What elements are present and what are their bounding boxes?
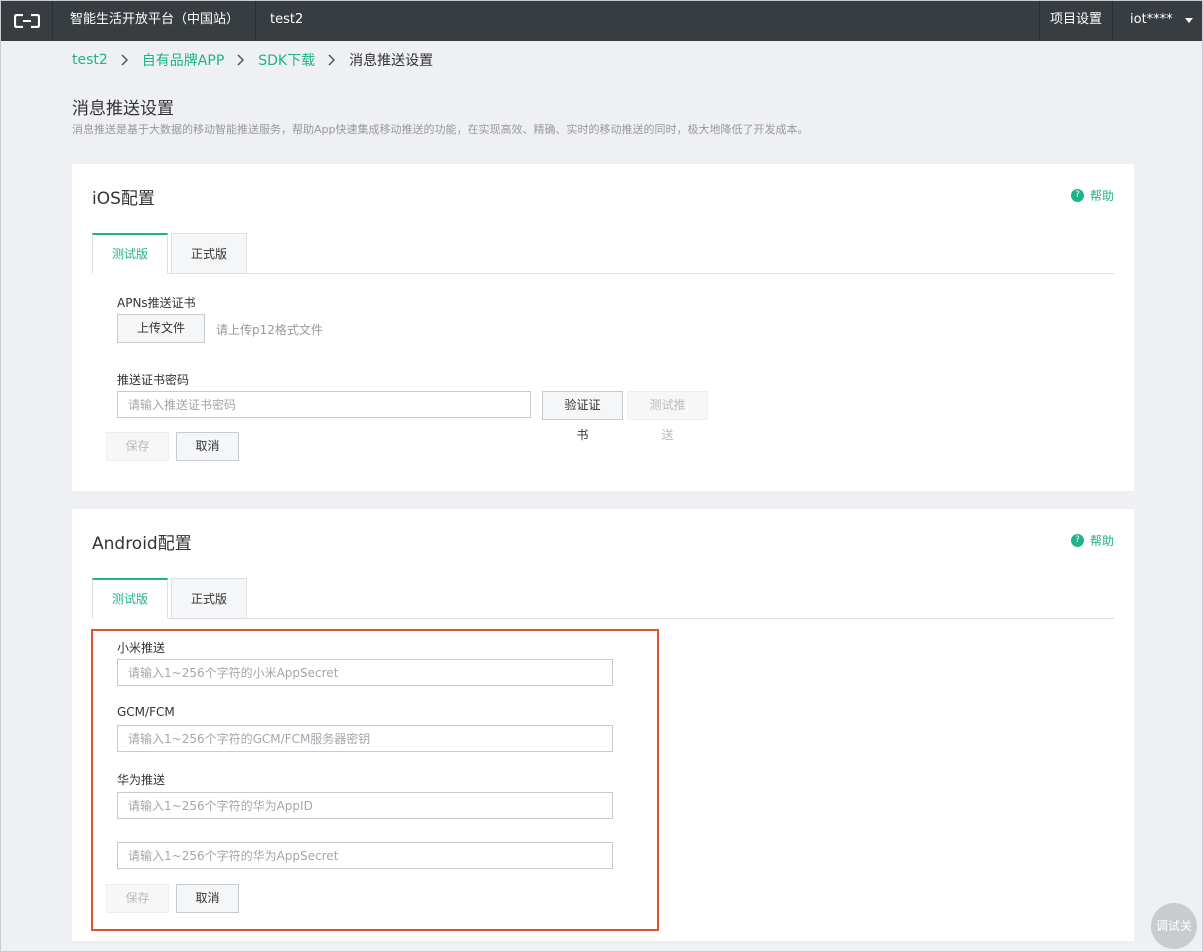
huawei-appid-input[interactable] — [117, 792, 613, 819]
breadcrumb-item-sdk-download[interactable]: SDK下载 — [258, 50, 315, 70]
tab-android-production[interactable]: 正式版 — [171, 578, 247, 619]
breadcrumb-item-project[interactable]: test2 — [72, 52, 108, 68]
android-save-button[interactable]: 保存 — [106, 884, 169, 913]
user-menu[interactable]: iot**** — [1114, 1, 1202, 41]
android-cancel-button[interactable]: 取消 — [176, 884, 239, 913]
cert-password-input[interactable] — [117, 391, 531, 418]
platform-name-link[interactable]: 智能生活开放平台（中国站） — [54, 1, 257, 41]
upload-hint: 请上传p12格式文件 — [216, 323, 323, 337]
android-config-card: Android配置 ? 帮助 测试版 正式版 小米推送 GCM/FCM 华为推送… — [72, 509, 1134, 941]
tab-android-test[interactable]: 测试版 — [92, 578, 168, 619]
help-label: 帮助 — [1089, 534, 1114, 548]
xiaomi-appsecret-input[interactable] — [117, 659, 613, 686]
ios-cancel-button[interactable]: 取消 — [176, 432, 239, 461]
ios-config-card: iOS配置 ? 帮助 测试版 正式版 APNs推送证书 上传文件 请上传p12格… — [72, 164, 1134, 491]
test-push-button[interactable]: 测试推 — [627, 391, 708, 420]
cert-password-label: 推送证书密码 — [117, 373, 190, 387]
question-icon: ? — [1070, 189, 1084, 202]
ios-help-link[interactable]: ? 帮助 — [1070, 187, 1114, 204]
android-help-link[interactable]: ? 帮助 — [1070, 532, 1114, 549]
xiaomi-push-label: 小米推送 — [117, 641, 166, 655]
android-config-title: Android配置 — [92, 534, 192, 554]
project-settings-link[interactable]: 项目设置 — [1039, 1, 1113, 41]
verify-cert-button[interactable]: 验证证 — [542, 391, 623, 420]
debug-toggle-button[interactable]: 调试关 — [1151, 903, 1197, 949]
aliyun-logo-icon[interactable] — [1, 1, 53, 41]
breadcrumb-item-brand-app[interactable]: 自有品牌APP — [142, 50, 224, 70]
chevron-right-icon — [108, 52, 142, 68]
verify-cert-button-wrap[interactable]: 书 — [542, 426, 623, 443]
breadcrumb-item-current: 消息推送设置 — [349, 53, 434, 69]
help-label: 帮助 — [1089, 189, 1114, 203]
huawei-push-label: 华为推送 — [117, 773, 166, 787]
question-icon: ? — [1070, 534, 1084, 547]
android-tab-bar: 测试版 正式版 — [92, 578, 1114, 619]
test-push-button-wrap[interactable]: 送 — [627, 426, 708, 443]
huawei-appsecret-input[interactable] — [117, 842, 613, 869]
ios-config-title: iOS配置 — [92, 189, 155, 209]
user-name: iot**** — [1130, 12, 1173, 27]
chevron-right-icon — [224, 52, 258, 68]
page-title: 消息推送设置 — [72, 99, 174, 119]
chevron-right-icon — [315, 52, 349, 68]
gcm-fcm-key-input[interactable] — [117, 725, 613, 752]
ios-save-button[interactable]: 保存 — [106, 432, 169, 461]
breadcrumb: test2 自有品牌APP SDK下载 消息推送设置 — [72, 50, 433, 70]
tab-ios-test[interactable]: 测试版 — [92, 233, 168, 274]
page-description: 消息推送是基于大数据的移动智能推送服务，帮助App快速集成移动推送的功能，在实现… — [72, 123, 809, 136]
top-navigation-bar: 智能生活开放平台（中国站） test2 项目设置 iot**** — [1, 1, 1202, 41]
tab-ios-production[interactable]: 正式版 — [171, 233, 247, 274]
ios-tab-bar: 测试版 正式版 — [92, 233, 1114, 274]
upload-file-button[interactable]: 上传文件 — [117, 314, 205, 343]
project-name-link[interactable]: test2 — [255, 1, 318, 41]
apns-cert-label: APNs推送证书 — [117, 296, 196, 310]
chevron-down-icon — [1185, 18, 1193, 23]
gcm-fcm-label: GCM/FCM — [117, 705, 175, 719]
